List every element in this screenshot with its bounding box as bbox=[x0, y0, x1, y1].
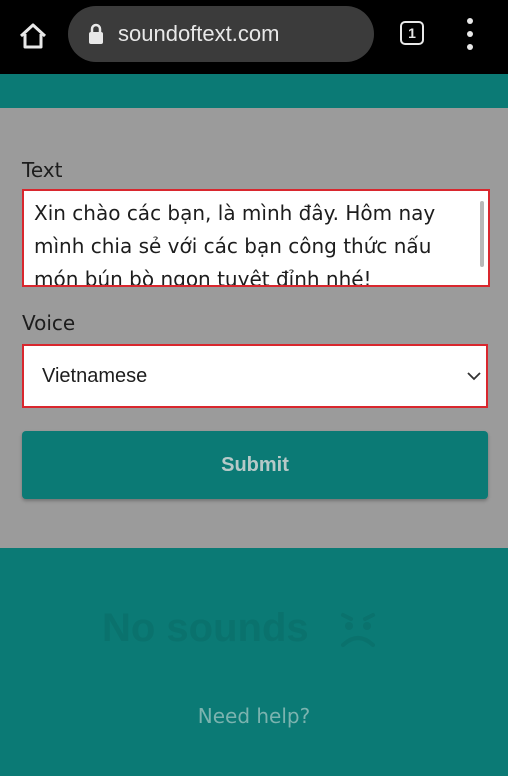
no-sounds-text: No sounds bbox=[102, 605, 309, 650]
voice-label: Voice bbox=[22, 311, 76, 335]
need-help-link[interactable]: Need help? bbox=[0, 704, 508, 728]
sad-face-icon bbox=[335, 605, 381, 651]
text-label: Text bbox=[22, 158, 63, 182]
tab-switcher-button[interactable]: 1 bbox=[400, 21, 424, 45]
site-header bbox=[0, 74, 508, 108]
submit-button[interactable]: Submit bbox=[22, 431, 488, 499]
more-options-button[interactable] bbox=[458, 18, 482, 50]
url-text: soundoftext.com bbox=[118, 21, 280, 46]
sound-form: Text Xin chào các bạn, là mình đây. Hôm … bbox=[0, 108, 508, 548]
voice-select[interactable]: Vietnamese bbox=[22, 344, 488, 408]
chevron-down-icon bbox=[467, 372, 481, 381]
more-vert-icon bbox=[467, 18, 473, 24]
address-bar[interactable]: soundoftext.com bbox=[68, 6, 374, 62]
text-input-scrollbar[interactable] bbox=[480, 201, 484, 267]
home-button[interactable] bbox=[14, 17, 52, 55]
text-input[interactable]: Xin chào các bạn, là mình đây. Hôm nay m… bbox=[22, 189, 490, 287]
voice-selected-value: Vietnamese bbox=[42, 364, 148, 387]
lock-icon bbox=[88, 23, 104, 45]
empty-sounds-state: No sounds bbox=[102, 600, 381, 656]
browser-toolbar: soundoftext.com 1 bbox=[0, 0, 508, 74]
home-icon bbox=[19, 23, 47, 49]
